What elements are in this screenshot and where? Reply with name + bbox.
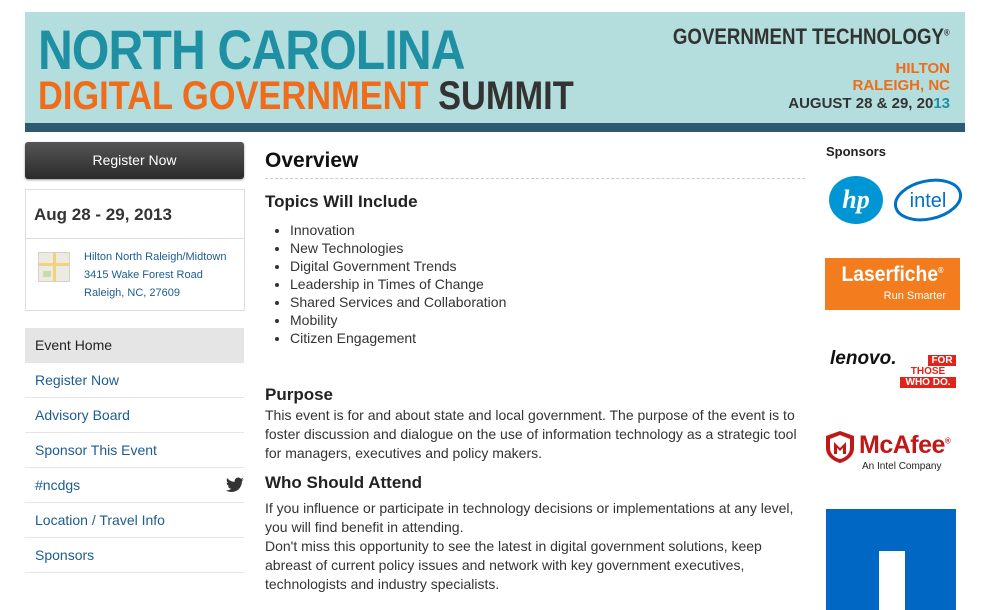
sidebar-item-event-home[interactable]: Event Home <box>25 328 244 363</box>
hp-logo[interactable]: hp <box>828 175 884 225</box>
banner-title-digital-government: DIGITAL GOVERNMENT <box>38 74 429 118</box>
sponsor-blue-logo-mark <box>879 551 905 610</box>
topics-list: Innovation New Technologies Digital Gove… <box>265 221 805 347</box>
intel-logo-text: intel <box>910 190 947 212</box>
lenovo-tagline-line1: FOR <box>928 355 956 366</box>
list-item: New Technologies <box>290 239 805 257</box>
list-item: Mobility <box>290 311 805 329</box>
banner-dates-prefix: AUGUST 28 & 29, 20 <box>788 95 934 112</box>
register-now-button[interactable]: Register Now <box>25 142 244 179</box>
page-title: Overview <box>265 149 359 172</box>
divider <box>26 238 244 239</box>
banner-bottom-bar <box>25 123 965 132</box>
mcafee-logo-text: McAfee <box>859 431 945 459</box>
sidebar-item-hashtag-label: #ncdgs <box>35 477 81 493</box>
who-should-attend-heading: Who Should Attend <box>265 473 423 492</box>
address-line2[interactable]: 3415 Wake Forest Road <box>84 266 226 284</box>
attend-text-2: Don't miss this opportunity to see the l… <box>265 538 762 592</box>
banner-venue-hotel: HILTON <box>895 60 950 77</box>
map-thumbnail[interactable] <box>38 252 70 282</box>
lenovo-tagline: FOR THOSE WHO DO. <box>900 355 956 388</box>
banner-venue-city: RALEIGH, NC <box>852 77 951 94</box>
lenovo-tagline-line3: WHO DO. <box>900 377 956 388</box>
sidebar-nav: Event Home Register Now Advisory Board S… <box>25 328 244 573</box>
publisher-mark: ® <box>944 27 950 38</box>
sidebar-item-register-now[interactable]: Register Now <box>25 363 244 398</box>
mcafee-mark: ® <box>944 436 951 446</box>
lenovo-logo-text: lenovo. <box>830 348 897 369</box>
mcafee-shield-icon <box>826 431 854 463</box>
sidebar-item-advisory-board[interactable]: Advisory Board <box>25 398 244 433</box>
banner-venue: HILTON RALEIGH, NC <box>853 60 951 94</box>
topics-heading: Topics Will Include <box>265 192 418 211</box>
twitter-icon[interactable] <box>226 477 244 493</box>
lenovo-tagline-line2: THOSE <box>910 366 946 377</box>
mcafee-logo-name: McAfee® <box>859 431 951 460</box>
sponsor-blue-logo[interactable] <box>826 509 956 610</box>
event-date: Aug 28 - 29, 2013 <box>34 205 172 224</box>
government-technology-logo: GOVERNMENT TECHNOLOGY® <box>673 24 950 50</box>
purpose-text: This event is for and about state and lo… <box>265 407 797 461</box>
publisher-name: GOVERNMENT TECHNOLOGY <box>673 24 945 49</box>
mcafee-logo[interactable]: McAfee® An Intel Company <box>825 430 965 476</box>
address-line1[interactable]: Hilton North Raleigh/Midtown <box>84 248 226 266</box>
laserfiche-tagline: Run Smarter <box>883 290 946 302</box>
list-item: Digital Government Trends <box>290 257 805 275</box>
banner-dates-year: 13 <box>933 95 950 112</box>
laserfiche-mark: ® <box>938 266 944 275</box>
hp-logo-text: hp <box>842 185 869 214</box>
banner-dates: AUGUST 28 & 29, 2013 <box>788 95 950 112</box>
lenovo-logo[interactable]: lenovo. FOR THOSE WHO DO. <box>830 348 960 394</box>
main-content: Overview Topics Will Include Innovation … <box>265 148 805 594</box>
event-info-box: Aug 28 - 29, 2013 Hilton North Raleigh/M… <box>25 189 245 311</box>
laserfiche-logo-name: Laserfiche® <box>830 263 954 287</box>
sidebar-item-sponsors[interactable]: Sponsors <box>25 538 244 573</box>
list-item: Shared Services and Collaboration <box>290 293 805 311</box>
list-item: Leadership in Times of Change <box>290 275 805 293</box>
address-line3[interactable]: Raleigh, NC, 27609 <box>84 284 226 302</box>
mcafee-tagline: An Intel Company <box>862 461 942 472</box>
divider <box>265 178 805 179</box>
venue-address-link[interactable]: Hilton North Raleigh/Midtown 3415 Wake F… <box>84 248 226 302</box>
sponsors-heading: Sponsors <box>826 144 886 159</box>
purpose-heading: Purpose <box>265 385 334 404</box>
intel-logo[interactable]: intel <box>892 177 964 223</box>
list-item: Citizen Engagement <box>290 329 805 347</box>
attend-text: If you influence or participate in techn… <box>265 500 794 535</box>
banner-title-line1: NORTH CAROLINA <box>38 18 466 81</box>
banner-title-summit: SUMMIT <box>438 74 574 118</box>
sidebar-item-hashtag[interactable]: #ncdgs <box>25 468 244 503</box>
sidebar-item-location-travel-info[interactable]: Location / Travel Info <box>25 503 244 538</box>
laserfiche-logo-text: Laserfiche <box>841 263 939 286</box>
laserfiche-logo[interactable]: Laserfiche® Run Smarter <box>825 258 960 310</box>
list-item: Innovation <box>290 221 805 239</box>
sidebar-item-sponsor-this-event[interactable]: Sponsor This Event <box>25 433 244 468</box>
banner-title-line2: DIGITAL GOVERNMENT SUMMIT <box>38 76 574 116</box>
